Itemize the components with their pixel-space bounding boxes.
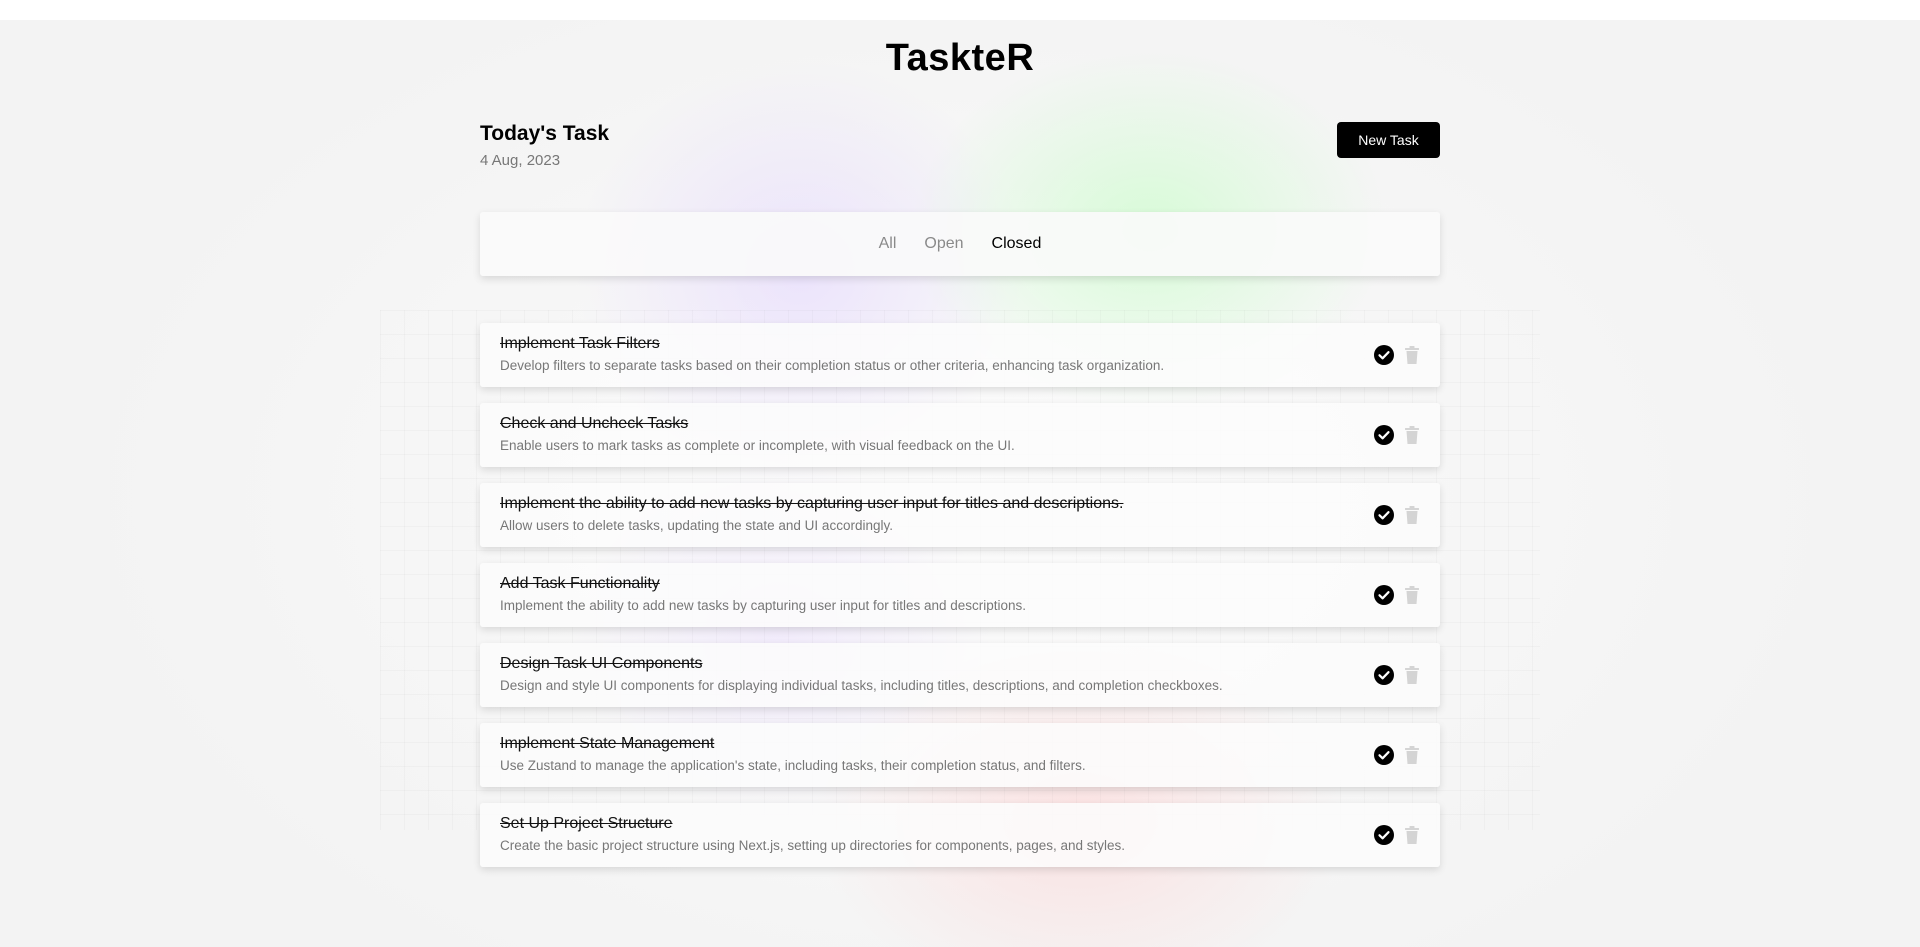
task-description: Allow users to delete tasks, updating th… xyxy=(500,518,893,533)
tab-all[interactable]: All xyxy=(879,235,897,253)
check-circle-icon[interactable] xyxy=(1374,665,1394,685)
page-title: Today's Task xyxy=(480,122,610,145)
new-task-button[interactable]: New Task xyxy=(1337,122,1440,158)
filter-tabs: All Open Closed xyxy=(480,212,1440,276)
task-card: Add Task Functionality Implement the abi… xyxy=(480,563,1440,627)
task-title: Set Up Project Structure xyxy=(500,815,673,832)
today-header: Today's Task 4 Aug, 2023 New Task xyxy=(480,122,1440,182)
trash-icon[interactable] xyxy=(1404,505,1420,525)
check-circle-icon[interactable] xyxy=(1374,425,1394,445)
tab-open[interactable]: Open xyxy=(924,235,963,253)
tab-closed[interactable]: Closed xyxy=(992,235,1042,253)
task-description: Design and style UI components for displ… xyxy=(500,678,1223,693)
task-title: Design Task UI Components xyxy=(500,655,703,672)
task-card: Set Up Project Structure Create the basi… xyxy=(480,803,1440,867)
task-title: Implement Task Filters xyxy=(500,335,660,352)
task-card: Implement Task Filters Develop filters t… xyxy=(480,323,1440,387)
task-list: Implement Task Filters Develop filters t… xyxy=(480,323,1440,883)
task-description: Use Zustand to manage the application's … xyxy=(500,758,1086,773)
trash-icon[interactable] xyxy=(1404,665,1420,685)
task-title: Implement State Management xyxy=(500,735,715,752)
check-circle-icon[interactable] xyxy=(1374,825,1394,845)
check-circle-icon[interactable] xyxy=(1374,505,1394,525)
app-title: TaskteR xyxy=(885,37,1035,79)
task-title: Add Task Functionality xyxy=(500,575,660,592)
task-description: Implement the ability to add new tasks b… xyxy=(500,598,1027,613)
app-page: TaskteR Today's Task 4 Aug, 2023 New Tas… xyxy=(0,20,1920,947)
check-circle-icon[interactable] xyxy=(1374,585,1394,605)
check-circle-icon[interactable] xyxy=(1374,345,1394,365)
task-description: Develop filters to separate tasks based … xyxy=(500,358,1165,373)
task-title: Implement the ability to add new tasks b… xyxy=(500,495,1124,512)
trash-icon[interactable] xyxy=(1404,745,1420,765)
trash-icon[interactable] xyxy=(1404,585,1420,605)
current-date: 4 Aug, 2023 xyxy=(480,152,561,169)
task-card: Implement the ability to add new tasks b… xyxy=(480,483,1440,547)
task-card: Check and Uncheck Tasks Enable users to … xyxy=(480,403,1440,467)
trash-icon[interactable] xyxy=(1404,345,1420,365)
check-circle-icon[interactable] xyxy=(1374,745,1394,765)
task-title: Check and Uncheck Tasks xyxy=(500,415,689,432)
trash-icon[interactable] xyxy=(1404,425,1420,445)
trash-icon[interactable] xyxy=(1404,825,1420,845)
task-card: Design Task UI Components Design and sty… xyxy=(480,643,1440,707)
task-card: Implement State Management Use Zustand t… xyxy=(480,723,1440,787)
task-description: Enable users to mark tasks as complete o… xyxy=(500,438,1015,453)
task-description: Create the basic project structure using… xyxy=(500,838,1126,853)
